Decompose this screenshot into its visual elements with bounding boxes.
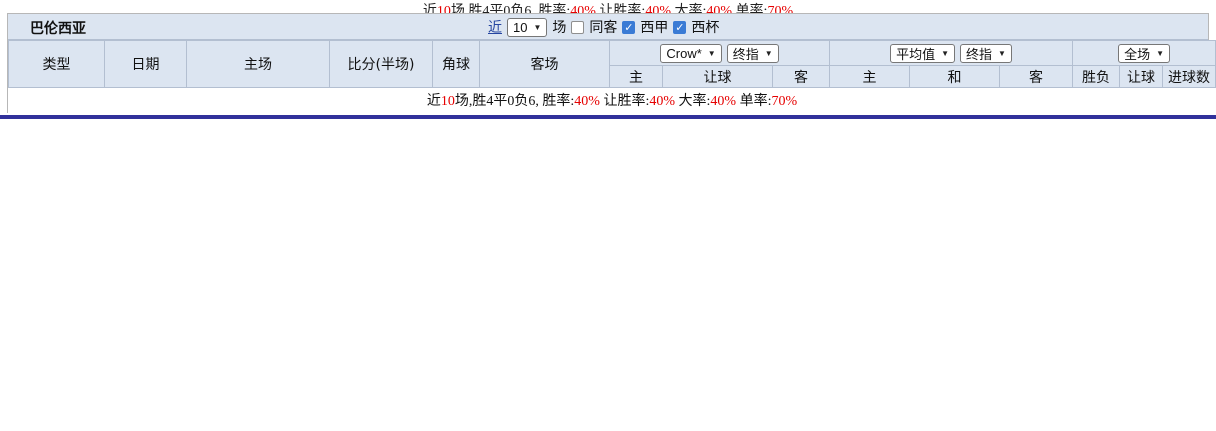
odds-source-value: Crow* xyxy=(666,45,702,61)
bottom-divider xyxy=(0,114,1216,119)
chevron-down-icon: ▼ xyxy=(941,48,950,58)
games-count-select[interactable]: 10 ▼ xyxy=(507,17,548,37)
partial-summary-text: 近10场,胜4平0负6, 胜率:40% 让胜率:40% 大率:40% 单率:70… xyxy=(422,4,794,13)
col-header-home: 主场 xyxy=(186,40,330,88)
recent-games-link[interactable]: 近 xyxy=(488,17,502,37)
filter-bar: 近 10 ▼ 场 同客 ✓ 西甲 ✓ 西杯 xyxy=(488,14,719,40)
team-stats-board: 巴伦西亚 近 10 ▼ 场 同客 ✓ 西甲 ✓ 西杯 类型 日期 主场 比分(半… xyxy=(7,13,1216,113)
games-suffix-label: 场 xyxy=(552,20,567,36)
subcol-avg-home: 主 xyxy=(829,65,911,88)
laliga-label: 西甲 xyxy=(640,20,669,36)
team-name-title: 巴伦西亚 xyxy=(30,21,86,37)
subcol-avg-draw: 和 xyxy=(909,65,1001,88)
summary-row: 近10场,胜4平0负6, 胜率:40% 让胜率:40% 大率:40% 单率:70… xyxy=(8,87,1216,113)
average-source-select[interactable]: 平均值 ▼ xyxy=(890,43,956,63)
recent-matches-panel: 近10场,胜4平0负6, 胜率:40% 让胜率:40% 大率:40% 单率:70… xyxy=(0,0,1216,431)
chevron-down-icon: ▼ xyxy=(764,48,773,58)
chevron-down-icon: ▼ xyxy=(707,48,716,58)
scope-value: 全场 xyxy=(1124,46,1151,62)
matches-table: 类型 日期 主场 比分(半场) 角球 客场 Crow* ▼ 终指 ▼ 平均值 ▼… xyxy=(8,40,1216,113)
copa-checkbox[interactable]: ✓ xyxy=(673,20,687,34)
subcol-avg-away: 客 xyxy=(999,65,1074,88)
col-header-corner: 角球 xyxy=(432,40,480,88)
scope-select[interactable]: 全场 ▼ xyxy=(1118,43,1170,63)
chevron-down-icon: ▼ xyxy=(998,48,1006,58)
col-header-away: 客场 xyxy=(479,40,610,88)
col-header-type: 类型 xyxy=(8,40,105,88)
copa-label: 西杯 xyxy=(691,20,720,36)
subcol-result-wdl: 胜负 xyxy=(1072,65,1121,88)
subcol-odds-home: 主 xyxy=(609,65,663,88)
odds-time-select[interactable]: 终指 ▼ xyxy=(726,43,779,63)
odds-group-header: Crow* ▼ 终指 ▼ xyxy=(608,40,831,66)
scope-group-header: 全场 ▼ xyxy=(1072,40,1216,66)
average-group-header: 平均值 ▼ 终指 ▼ xyxy=(829,40,1074,66)
subcol-result-handicap: 让球 xyxy=(1119,65,1164,88)
average-source-value: 平均值 xyxy=(896,46,936,62)
subcol-odds-away: 客 xyxy=(771,65,831,88)
average-time-select[interactable]: 终指 ▼ xyxy=(960,43,1012,63)
title-bar: 巴伦西亚 近 10 ▼ 场 同客 ✓ 西甲 ✓ 西杯 xyxy=(8,14,1208,40)
same-away-label: 同客 xyxy=(589,20,618,36)
laliga-checkbox[interactable]: ✓ xyxy=(622,20,636,34)
odds-time-value: 终指 xyxy=(732,46,759,62)
average-time-value: 终指 xyxy=(966,46,993,62)
chevron-down-icon: ▼ xyxy=(1156,48,1164,58)
subcol-odds-handicap: 让球 xyxy=(662,65,773,88)
col-header-date: 日期 xyxy=(104,40,187,88)
table-header: 类型 日期 主场 比分(半场) 角球 客场 Crow* ▼ 终指 ▼ 平均值 ▼… xyxy=(8,40,1216,88)
games-count-value: 10 xyxy=(513,19,528,35)
chevron-down-icon: ▼ xyxy=(533,22,542,32)
summary-text: 近10场,胜4平0负6, 胜率:40% 让胜率:40% 大率:40% 单率:70… xyxy=(426,94,798,110)
col-header-score: 比分(半场) xyxy=(329,40,433,88)
odds-source-select[interactable]: Crow* ▼ xyxy=(660,43,722,63)
same-away-checkbox[interactable] xyxy=(571,20,585,34)
partial-summary-top: 近10场,胜4平0负6, 胜率:40% 让胜率:40% 大率:40% 单率:70… xyxy=(0,0,1216,13)
subcol-result-goals: 进球数 xyxy=(1162,65,1216,88)
